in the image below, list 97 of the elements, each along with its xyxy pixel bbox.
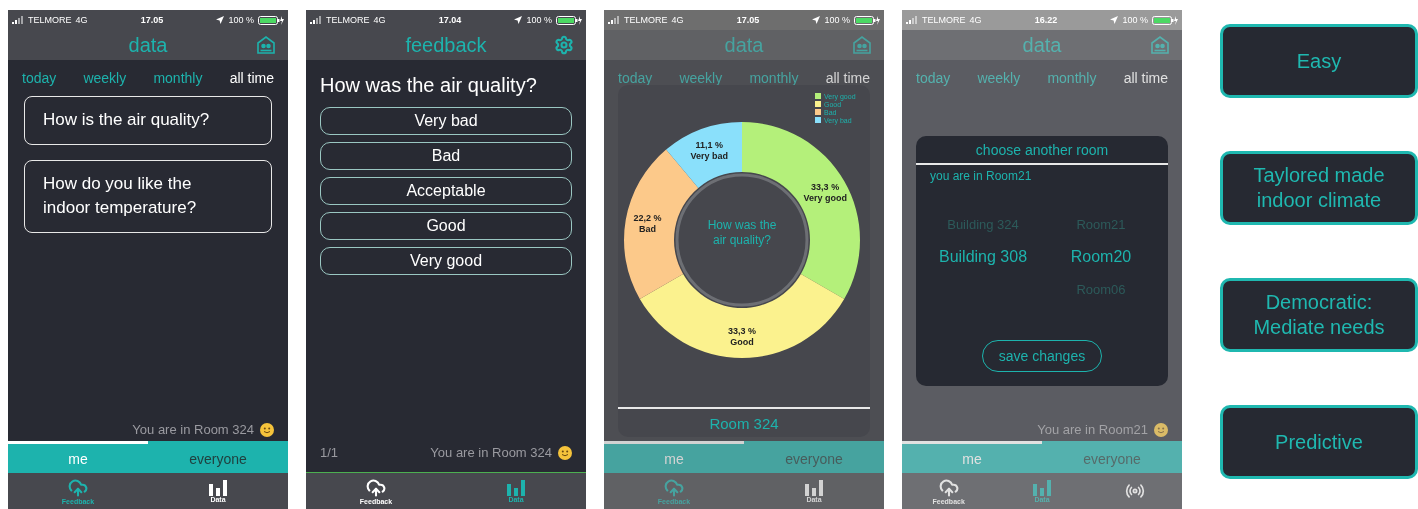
battery-icon (1152, 15, 1178, 25)
period-tab[interactable]: weekly (977, 70, 1021, 86)
house-people-icon[interactable] (852, 35, 872, 55)
legend-swatch (815, 109, 821, 115)
network-type: 4G (373, 15, 386, 25)
battery-icon (556, 15, 582, 25)
page-counter: 1/1 (320, 445, 339, 460)
battery-percent: 100 % (824, 15, 850, 25)
slice-label: Good (730, 337, 754, 347)
answer-option[interactable]: Bad (320, 142, 572, 170)
feature-label: Predictive (1220, 405, 1418, 479)
audience-tab[interactable]: everyone (148, 441, 288, 473)
house-people-icon[interactable] (1150, 35, 1170, 55)
bar-chart-icon (209, 479, 227, 496)
building-option[interactable]: Building 308 (938, 248, 1028, 266)
question-card[interactable]: How do you like the indoor temperature? (24, 159, 272, 233)
dialog-title: choose another room (916, 136, 1168, 165)
signal-icon (12, 16, 24, 24)
room-location-text: You are in Room 324 (132, 422, 254, 437)
question-card[interactable]: How is the air quality? (24, 96, 272, 145)
cloud-upload-icon (664, 477, 684, 498)
period-tab[interactable]: all time (825, 70, 870, 86)
location-arrow-icon (216, 16, 225, 24)
slice-value: 11,1 % (695, 139, 723, 150)
period-tab[interactable]: all time (1123, 70, 1168, 86)
status-time: 17.05 (139, 15, 165, 25)
battery-percent: 100 % (526, 15, 552, 25)
legend-swatch (815, 101, 821, 107)
carrier-name: TELMORE (326, 15, 370, 25)
slice-label: Very good (803, 193, 847, 203)
smiley-icon (558, 445, 572, 460)
answer-option[interactable]: Good (320, 212, 572, 240)
screen-title: data (1022, 33, 1062, 57)
screen-title: data (128, 33, 168, 57)
room-location-text: You are in Room21 (1037, 422, 1148, 437)
room-option[interactable]: Room20 (1070, 248, 1132, 266)
room-location-text: You are in Room 324 (430, 445, 552, 460)
network-type: 4G (969, 15, 982, 25)
answer-option[interactable]: Acceptable (320, 177, 572, 205)
period-tab[interactable]: weekly (679, 70, 723, 86)
screen-title: data (724, 33, 764, 57)
chart-center-text: How was the air quality? (706, 218, 778, 248)
broadcast-icon (1125, 481, 1146, 501)
slice-label: Very bad (690, 150, 728, 161)
feature-label: Taylored made indoor climate (1220, 151, 1418, 225)
period-tab[interactable]: monthly (153, 70, 203, 86)
bar-chart-icon (805, 479, 823, 496)
audience-tab[interactable]: everyone (1042, 441, 1182, 473)
period-tab[interactable]: monthly (1047, 70, 1097, 86)
battery-icon (854, 15, 880, 25)
cloud-upload-icon (938, 477, 959, 498)
period-tab[interactable]: monthly (749, 70, 799, 86)
network-type: 4G (75, 15, 88, 25)
bar-chart-icon (1033, 479, 1051, 496)
signal-icon (906, 16, 918, 24)
status-time: 16.22 (1033, 15, 1059, 25)
battery-icon (258, 15, 284, 25)
status-time: 17.05 (735, 15, 761, 25)
location-arrow-icon (812, 16, 821, 24)
cloud-upload-icon (68, 477, 88, 498)
location-arrow-icon (514, 16, 523, 24)
slice-value: 22,2 % (633, 213, 662, 224)
battery-percent: 100 % (228, 15, 254, 25)
smiley-icon (260, 422, 274, 437)
answer-option[interactable]: Very good (320, 247, 572, 275)
status-time: 17.04 (437, 15, 463, 25)
slice-label: Bad (638, 224, 656, 235)
slice-value: 33,3 % (811, 182, 840, 192)
period-tab[interactable]: today (22, 70, 57, 86)
period-tab[interactable]: all time (229, 70, 274, 86)
feature-label: Democratic: Mediate needs (1220, 278, 1418, 352)
location-arrow-icon (1110, 16, 1119, 24)
signal-icon (310, 16, 322, 24)
feature-label: Easy (1220, 24, 1418, 98)
signal-icon (608, 16, 620, 24)
carrier-name: TELMORE (624, 15, 668, 25)
legend-swatch (815, 93, 821, 99)
current-room: you are in Room21 (929, 168, 1033, 185)
room-name: Room 324 (618, 407, 870, 437)
battery-percent: 100 % (1122, 15, 1148, 25)
question-text: How was the air quality? (320, 73, 538, 98)
audience-tab[interactable]: everyone (744, 441, 884, 473)
answer-option[interactable]: Very bad (320, 107, 572, 135)
screen-title: feedback (405, 33, 487, 57)
slice-value: 33,3 % (728, 326, 756, 336)
period-tab[interactable]: today (916, 70, 951, 86)
cloud-upload-icon (366, 477, 386, 498)
smiley-icon (1154, 422, 1168, 437)
settings-icon[interactable] (554, 35, 574, 55)
bar-chart-icon (507, 479, 525, 496)
legend-swatch (815, 117, 821, 123)
network-type: 4G (671, 15, 684, 25)
period-tab[interactable]: today (618, 70, 653, 86)
carrier-name: TELMORE (28, 15, 72, 25)
period-tab[interactable]: weekly (83, 70, 127, 86)
house-people-icon[interactable] (256, 35, 276, 55)
carrier-name: TELMORE (922, 15, 966, 25)
